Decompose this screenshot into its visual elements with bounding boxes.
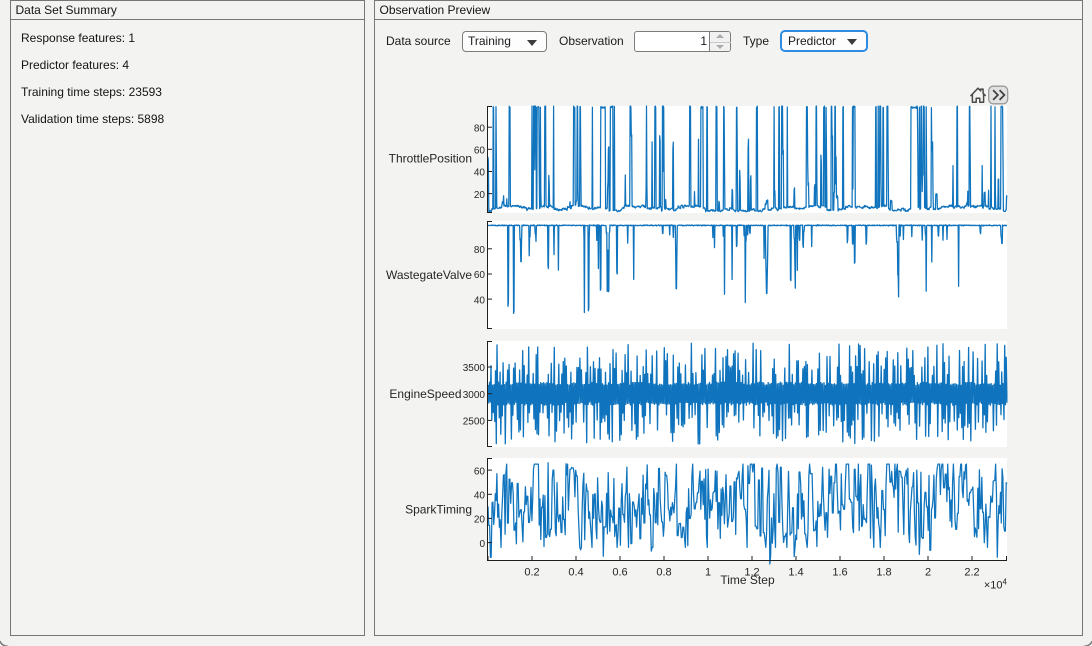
svg-text:WastegateValve: WastegateValve: [386, 268, 472, 282]
svg-text:40: 40: [474, 491, 486, 502]
svg-text:3500: 3500: [463, 363, 486, 374]
svg-text:20: 20: [474, 515, 486, 526]
svg-text:0.8: 0.8: [656, 566, 671, 578]
svg-text:2.2: 2.2: [964, 566, 979, 578]
svg-text:40: 40: [474, 295, 486, 306]
svg-text:EngineSpeed: EngineSpeed: [389, 387, 461, 401]
svg-text:Time Step: Time Step: [720, 573, 775, 587]
svg-text:ThrottlePosition: ThrottlePosition: [389, 152, 472, 166]
svg-text:0.4: 0.4: [568, 566, 583, 578]
svg-text:1.6: 1.6: [832, 566, 847, 578]
svg-text:80: 80: [474, 245, 486, 256]
svg-text:×104: ×104: [984, 578, 1008, 592]
svg-text:60: 60: [474, 466, 486, 477]
svg-text:0.2: 0.2: [524, 566, 539, 578]
svg-text:20: 20: [474, 190, 486, 201]
svg-text:40: 40: [474, 168, 486, 179]
svg-text:3000: 3000: [463, 390, 486, 401]
svg-text:60: 60: [474, 146, 486, 157]
svg-text:1.4: 1.4: [788, 566, 803, 578]
svg-text:0: 0: [479, 539, 485, 550]
svg-text:2500: 2500: [463, 417, 486, 428]
svg-text:2: 2: [925, 566, 931, 578]
svg-text:60: 60: [474, 270, 486, 281]
svg-text:1: 1: [705, 566, 711, 578]
svg-text:0.6: 0.6: [612, 566, 627, 578]
svg-text:1.8: 1.8: [876, 566, 891, 578]
svg-text:80: 80: [474, 123, 486, 134]
svg-text:SparkTiming: SparkTiming: [405, 503, 472, 517]
